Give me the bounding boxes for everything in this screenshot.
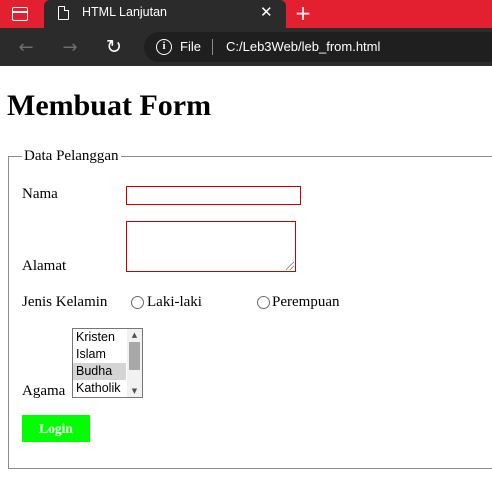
agama-label: Agama (22, 383, 66, 399)
page-icon (58, 5, 70, 20)
close-icon[interactable]: ✕ (260, 3, 273, 21)
tab-bar: HTML Lanjutan ✕ + (0, 0, 492, 28)
agama-option[interactable]: Kristen (73, 329, 126, 346)
navigation-bar: ← → ↻ i File C:/Leb3Web/leb_from.html (0, 28, 492, 66)
scroll-down-icon[interactable]: ▼ (127, 385, 142, 397)
back-arrow-icon[interactable]: ← (11, 28, 41, 66)
radio-label-laki-laki: Laki-laki (147, 294, 202, 310)
page-content: Membuat Form Data Pelanggan Nama Alamat … (0, 66, 492, 485)
page-title: Membuat Form (7, 89, 212, 122)
agama-option[interactable]: Katholik (73, 380, 126, 397)
fieldset-legend: Data Pelanggan (22, 148, 121, 165)
tab-actions-icon[interactable] (0, 0, 40, 28)
scroll-up-icon[interactable]: ▲ (127, 329, 142, 341)
forward-arrow-icon[interactable]: → (55, 28, 85, 66)
resize-grip-icon[interactable] (286, 262, 294, 270)
radio-perempuan[interactable] (257, 296, 270, 309)
radio-label-perempuan: Perempuan (272, 294, 340, 310)
plus-icon[interactable]: + (292, 1, 314, 25)
info-icon[interactable]: i (156, 39, 172, 55)
address-divider (212, 39, 213, 55)
login-button[interactable]: Login (22, 415, 90, 442)
reload-icon[interactable]: ↻ (99, 28, 129, 66)
jenis-kelamin-label: Jenis Kelamin (22, 294, 108, 310)
agama-option-selected[interactable]: Budha (73, 363, 126, 380)
tab-active[interactable]: HTML Lanjutan ✕ (44, 0, 286, 28)
file-label: File (180, 39, 201, 54)
scrollbar-thumb[interactable] (129, 342, 140, 370)
tab-title: HTML Lanjutan (82, 5, 167, 19)
alamat-label: Alamat (22, 258, 67, 274)
address-bar[interactable]: i File C:/Leb3Web/leb_from.html (144, 32, 492, 62)
agama-listbox[interactable]: Kristen Islam Budha Katholik ▲ ▼ (72, 328, 143, 398)
url-text[interactable]: C:/Leb3Web/leb_from.html (226, 39, 380, 54)
agama-option[interactable]: Islam (73, 346, 126, 363)
nama-label: Nama (22, 186, 58, 202)
alamat-textarea[interactable] (126, 221, 296, 272)
nama-input[interactable] (126, 186, 301, 205)
listbox-scrollbar[interactable]: ▲ ▼ (127, 329, 142, 397)
radio-laki-laki[interactable] (131, 296, 144, 309)
